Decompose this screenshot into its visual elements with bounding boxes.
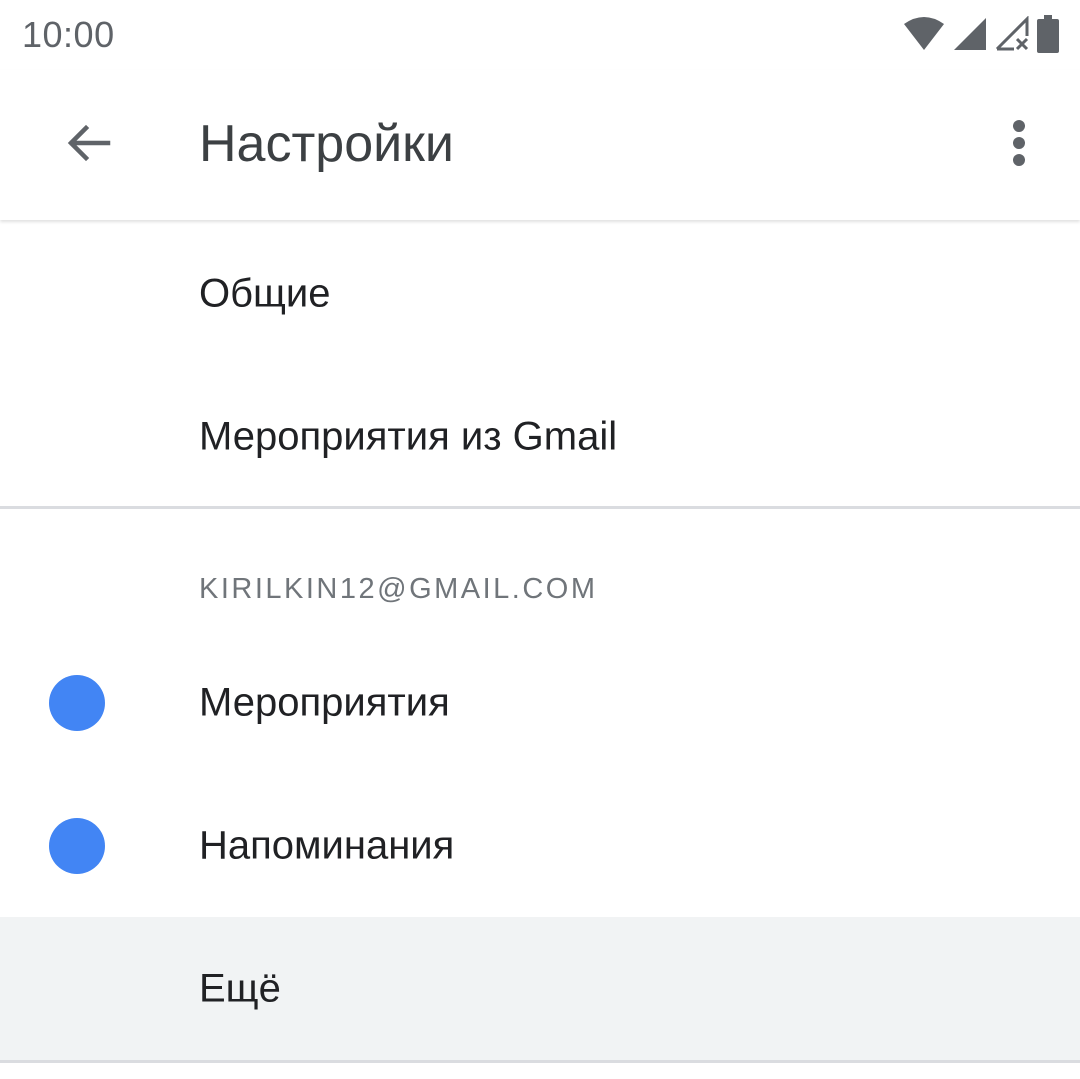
settings-item-label: Мероприятия из Gmail [199,414,618,458]
calendar-item-label: Напоминания [199,823,455,867]
status-time: 10:00 [22,14,115,55]
more-vert-icon [1012,119,1026,172]
settings-item-general[interactable]: Общие [0,222,1080,365]
account-email-header: KIRILKIN12@GMAIL.COM [199,573,598,605]
show-more-item[interactable]: Ещё [0,917,1080,1060]
show-more-label: Ещё [199,966,281,1010]
cell-signal-icon [952,16,988,52]
calendar-item-reminders[interactable]: Напоминания [0,774,1080,917]
calendar-color-dot [49,674,105,731]
calendar-color-dot [49,817,105,874]
wifi-icon [902,16,946,52]
divider [0,506,1080,509]
cell-signal-no-data-icon [994,16,1030,52]
settings-item-gmail-events[interactable]: Мероприятия из Gmail [0,365,1080,508]
battery-icon [1036,15,1060,53]
page-title: Настройки [199,115,454,173]
arrow-back-icon [64,119,112,172]
status-bar: 10:00 [0,0,1080,70]
calendar-item-events[interactable]: Мероприятия [0,631,1080,774]
calendar-item-label: Мероприятия [199,680,450,724]
settings-item-label: Общие [199,271,331,315]
status-icons [902,14,1060,54]
more-options-button[interactable] [994,105,1044,185]
divider [0,1060,1080,1063]
back-button[interactable] [48,105,128,185]
app-bar: Настройки [0,70,1080,220]
